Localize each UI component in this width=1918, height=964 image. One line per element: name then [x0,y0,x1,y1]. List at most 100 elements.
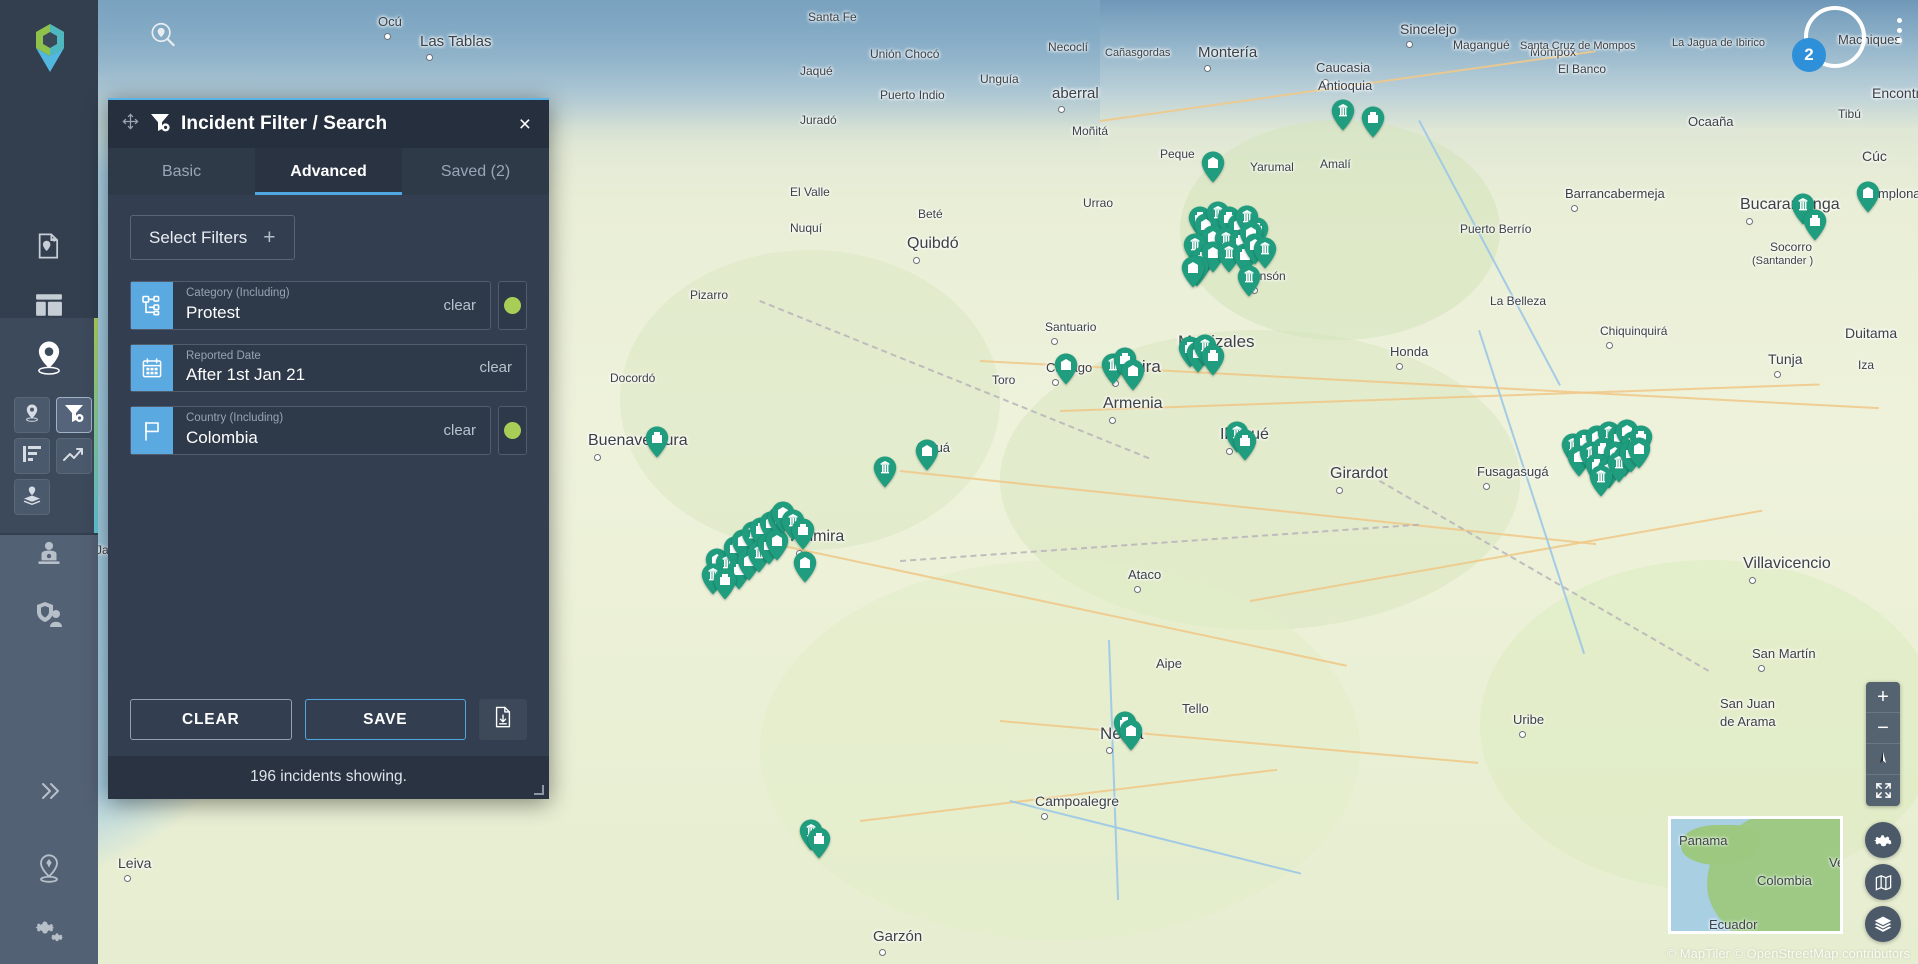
zoom-in-button[interactable]: + [1866,682,1900,713]
map-city-label: El Banco [1558,62,1607,76]
map-city-dot [1322,79,1329,86]
filter-country[interactable]: Country (Including) Colombia clear [130,406,491,455]
bar-chart-icon [22,445,42,468]
map-city-dot [879,949,886,956]
close-icon[interactable]: × [515,112,535,137]
search-location-icon[interactable] [148,20,178,55]
map-attribution: © MapTiler © OpenStreetMap contributors [1666,946,1910,961]
location-pin-icon [23,403,41,428]
compass-icon[interactable] [1866,744,1900,775]
add-location-icon [35,232,63,265]
minimap-label-panama: Panama [1679,833,1728,848]
map-city-label: Iza [1858,358,1875,372]
filter-row-reported-date: Reported Date After 1st Jan 21 clear [130,343,527,393]
filter-row-country: Country (Including) Colombia clear [130,406,527,455]
app-logo[interactable] [28,20,72,76]
sidebar-item-dashboard[interactable] [0,283,98,331]
map-incident-pin[interactable] [1200,150,1226,184]
shield-person-icon [34,600,64,633]
export-button[interactable] [479,699,527,740]
map-incident-pin[interactable] [1120,358,1146,392]
location-pin-icon [32,339,66,382]
map-city-dot [384,33,391,40]
map-zoom-controls[interactable]: + − [1866,682,1900,806]
sidebar-item-add-location[interactable] [0,224,98,272]
map-incident-pin[interactable] [1802,208,1828,242]
filter-reported-date-clear[interactable]: clear [473,345,526,392]
tab-advanced[interactable]: Advanced [255,148,402,195]
layers-icon[interactable] [1865,906,1901,942]
map-city-dot [426,54,433,61]
tab-basic[interactable]: Basic [108,148,255,195]
panel-resize-handle[interactable] [534,785,544,795]
map-incident-pin[interactable] [790,517,816,551]
filter-category-clear[interactable]: clear [437,282,490,329]
panel-status: 196 incidents showing. [108,756,549,799]
left-sidebar [0,0,98,964]
map-incident-pin[interactable] [914,438,940,472]
sidebar-item-security-personnel[interactable] [0,589,98,643]
minimap[interactable]: Panama Colombia Ecuador Ve [1668,816,1843,934]
map-incident-pin[interactable] [1236,264,1262,298]
map-incident-pin[interactable] [1118,718,1144,752]
panel-header: Incident Filter / Search × [108,100,549,148]
sidebar-item-user-console[interactable] [0,530,98,584]
sidebar-item-trends-tool[interactable] [56,438,92,474]
clear-button[interactable]: CLEAR [130,699,292,740]
map-incident-pin[interactable] [1330,98,1356,132]
map-incident-pin[interactable] [792,550,818,584]
sidebar-item-map[interactable] [0,330,98,390]
sidebar-item-expand[interactable] [0,770,98,816]
map-incident-pin[interactable] [806,826,832,860]
filter-reported-date[interactable]: Reported Date After 1st Jan 21 clear [130,343,527,393]
map-incident-pin[interactable] [644,425,670,459]
plus-icon: + [263,226,276,249]
sidebar-item-filter-tool[interactable] [56,397,92,433]
filter-category[interactable]: Category (Including) Protest clear [130,281,491,330]
fullscreen-icon[interactable] [1866,775,1900,806]
map-incident-pin[interactable] [1180,255,1206,289]
map-incident-pin[interactable] [1232,428,1258,462]
map-city-label: Montería [1198,44,1258,61]
map-city-label: Quibdó [907,235,959,252]
sidebar-item-pin-tool[interactable] [14,397,50,433]
sidebar-item-settings[interactable] [0,910,98,958]
save-button[interactable]: SAVE [304,699,466,740]
trend-line-icon [63,445,85,468]
move-handle-icon[interactable] [122,113,139,135]
notification-badge[interactable]: 2 [1792,38,1826,72]
map-city-dot [1134,586,1141,593]
map-city-dot [1571,205,1578,212]
select-filters-button[interactable]: Select Filters + [130,215,295,260]
map-incident-pin[interactable] [1360,105,1386,139]
map-city-dot [1058,106,1065,113]
map-incident-pin[interactable] [1053,352,1079,386]
more-vertical-icon[interactable] [1897,18,1902,43]
filter-country-indicator[interactable] [498,406,527,455]
sidebar-item-reports-tool[interactable] [14,438,50,474]
flag-icon [131,407,173,454]
map-city-label: Santa Cruz de Mompos [1520,40,1636,52]
sidebar-item-place-marker[interactable] [0,845,98,897]
map-city-dot [1051,338,1058,345]
map-city-label: La Jagua de Ibirico [1672,37,1765,49]
map-incident-pin[interactable] [1588,464,1614,498]
map-incident-pin[interactable] [872,455,898,489]
map-incident-pin[interactable] [712,567,738,601]
status-dot [504,296,521,314]
layers-pin-icon [22,485,42,510]
map-city-dot [1106,747,1113,754]
basemap-folded-map-icon[interactable] [1865,864,1901,900]
minimap-label-ecuador: Ecuador [1709,917,1758,932]
filter-country-clear[interactable]: clear [437,407,490,454]
filter-category-label: Category (Including) [186,287,290,299]
filter-category-indicator[interactable] [498,281,527,330]
zoom-out-button[interactable]: − [1866,713,1900,744]
tab-saved[interactable]: Saved (2) [402,148,549,195]
map-incident-pin[interactable] [1200,343,1226,377]
map-incident-pin[interactable] [1855,180,1881,214]
sidebar-item-layers-tool[interactable] [14,479,50,515]
map-incident-pin[interactable] [1626,436,1652,470]
map-settings-gear-icon[interactable] [1865,822,1901,858]
map-city-dot [1483,483,1490,490]
